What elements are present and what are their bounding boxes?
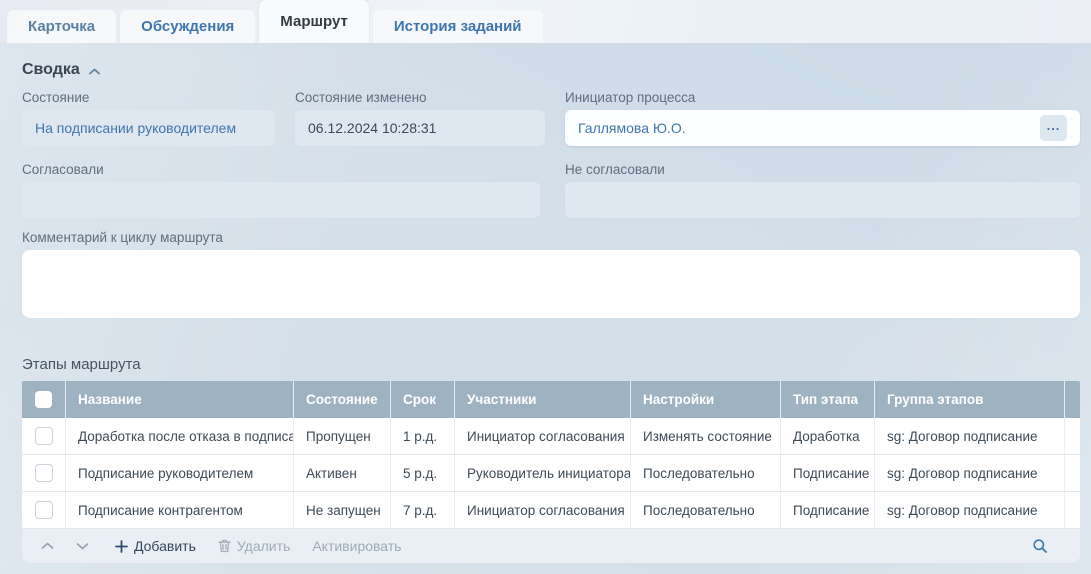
tab-card[interactable]: Карточка (7, 10, 116, 43)
state-value: На подписании руководителем (35, 120, 236, 136)
route-panel: Сводка Состояние На подписании руководит… (0, 43, 1091, 574)
initiator-label: Инициатор процесса (565, 91, 1080, 105)
summary-section-header: Сводка (22, 61, 1080, 79)
col-filler (1064, 381, 1089, 418)
activate-button[interactable]: Активировать (312, 539, 401, 553)
cell-settings: Последовательно (630, 492, 780, 528)
row-checkbox[interactable] (35, 464, 53, 482)
cell-state: Не запущен (293, 492, 390, 528)
delete-button-label: Удалить (237, 539, 290, 553)
cell-name: Подписание контрагентом (65, 492, 293, 528)
row-checkbox[interactable] (35, 501, 53, 519)
cell-filler (1064, 418, 1089, 454)
tab-bar: Карточка Обсуждения Маршрут История зада… (7, 0, 543, 43)
cell-term: 1 р.д. (390, 418, 454, 454)
add-button[interactable]: Добавить (115, 539, 196, 553)
search-button[interactable] (1032, 538, 1048, 554)
cell-participants: Руководитель инициатора (454, 455, 630, 491)
col-settings[interactable]: Настройки (630, 381, 780, 418)
table-row[interactable]: Доработка после отказа в подписании Проп… (22, 418, 1080, 455)
route-cycle-comment-input[interactable] (22, 250, 1080, 318)
col-stage-group[interactable]: Группа этапов (874, 381, 1064, 418)
not-approved-field (565, 182, 1080, 218)
cell-name: Доработка после отказа в подписании (65, 418, 293, 454)
activate-button-label: Активировать (312, 539, 401, 553)
cell-stage-group: sg: Договор подписание (874, 455, 1064, 491)
cell-stage-type: Подписание (780, 455, 874, 491)
chevron-up-icon (41, 542, 54, 550)
cell-participants: Инициатор согласования (454, 418, 630, 454)
stages-toolbar: Добавить Удалить Активировать (22, 529, 1080, 563)
summary-row-2: Согласовали Не согласовали (22, 163, 1080, 218)
col-term[interactable]: Срок (390, 381, 454, 418)
tab-task-history[interactable]: История заданий (373, 10, 543, 43)
comment-block: Комментарий к циклу маршрута (22, 231, 1080, 318)
delete-button[interactable]: Удалить (218, 539, 290, 553)
cell-stage-group: sg: Договор подписание (874, 492, 1064, 528)
cell-filler (1064, 492, 1089, 528)
cell-stage-type: Подписание (780, 492, 874, 528)
table-row[interactable]: Подписание контрагентом Не запущен 7 р.д… (22, 492, 1080, 529)
chevron-up-icon[interactable] (89, 68, 100, 75)
add-button-label: Добавить (134, 539, 196, 553)
cell-term: 5 р.д. (390, 455, 454, 491)
cell-settings: Изменять состояние (630, 418, 780, 454)
cell-participants: Инициатор согласования (454, 492, 630, 528)
search-icon (1032, 538, 1048, 554)
trash-icon (218, 539, 231, 553)
initiator-field[interactable]: Галлямова Ю.О. ... (565, 110, 1080, 146)
cell-settings: Последовательно (630, 455, 780, 491)
row-checkbox[interactable] (35, 427, 53, 445)
select-all-checkbox[interactable] (35, 391, 52, 408)
summary-row-1: Состояние На подписании руководителем Со… (22, 91, 1080, 146)
tab-route[interactable]: Маршрут (259, 0, 369, 43)
stages-table-header: Название Состояние Срок Участники Настро… (22, 381, 1080, 418)
not-approved-label: Не согласовали (565, 163, 1080, 177)
plus-icon (115, 540, 128, 553)
table-row[interactable]: Подписание руководителем Активен 5 р.д. … (22, 455, 1080, 492)
state-changed-value: 06.12.2024 10:28:31 (308, 120, 436, 136)
cell-state: Пропущен (293, 418, 390, 454)
cell-stage-group: sg: Договор подписание (874, 418, 1064, 454)
route-tab-page: Карточка Обсуждения Маршрут История зада… (0, 0, 1091, 574)
tab-discussions[interactable]: Обсуждения (120, 10, 255, 43)
header-checkbox-cell (22, 381, 65, 418)
initiator-value: Галлямова Ю.О. (578, 120, 686, 136)
stages-title: Этапы маршрута (22, 357, 1080, 372)
cell-state: Активен (293, 455, 390, 491)
approved-field (22, 182, 540, 218)
move-up-button[interactable] (36, 535, 58, 557)
summary-title: Сводка (22, 61, 80, 79)
cell-filler (1064, 455, 1089, 491)
chevron-down-icon (76, 542, 89, 550)
cell-stage-type: Доработка (780, 418, 874, 454)
state-field: На подписании руководителем (22, 110, 275, 146)
state-changed-label: Состояние изменено (295, 91, 545, 105)
col-state[interactable]: Состояние (293, 381, 390, 418)
ellipsis-icon[interactable]: ... (1040, 115, 1067, 141)
col-stage-type[interactable]: Тип этапа (780, 381, 874, 418)
state-changed-field: 06.12.2024 10:28:31 (295, 110, 545, 146)
move-down-button[interactable] (71, 535, 93, 557)
col-name[interactable]: Название (65, 381, 293, 418)
cell-name: Подписание руководителем (65, 455, 293, 491)
state-label: Состояние (22, 91, 275, 105)
approved-label: Согласовали (22, 163, 540, 177)
comment-label: Комментарий к циклу маршрута (22, 231, 1080, 245)
col-participants[interactable]: Участники (454, 381, 630, 418)
cell-term: 7 р.д. (390, 492, 454, 528)
